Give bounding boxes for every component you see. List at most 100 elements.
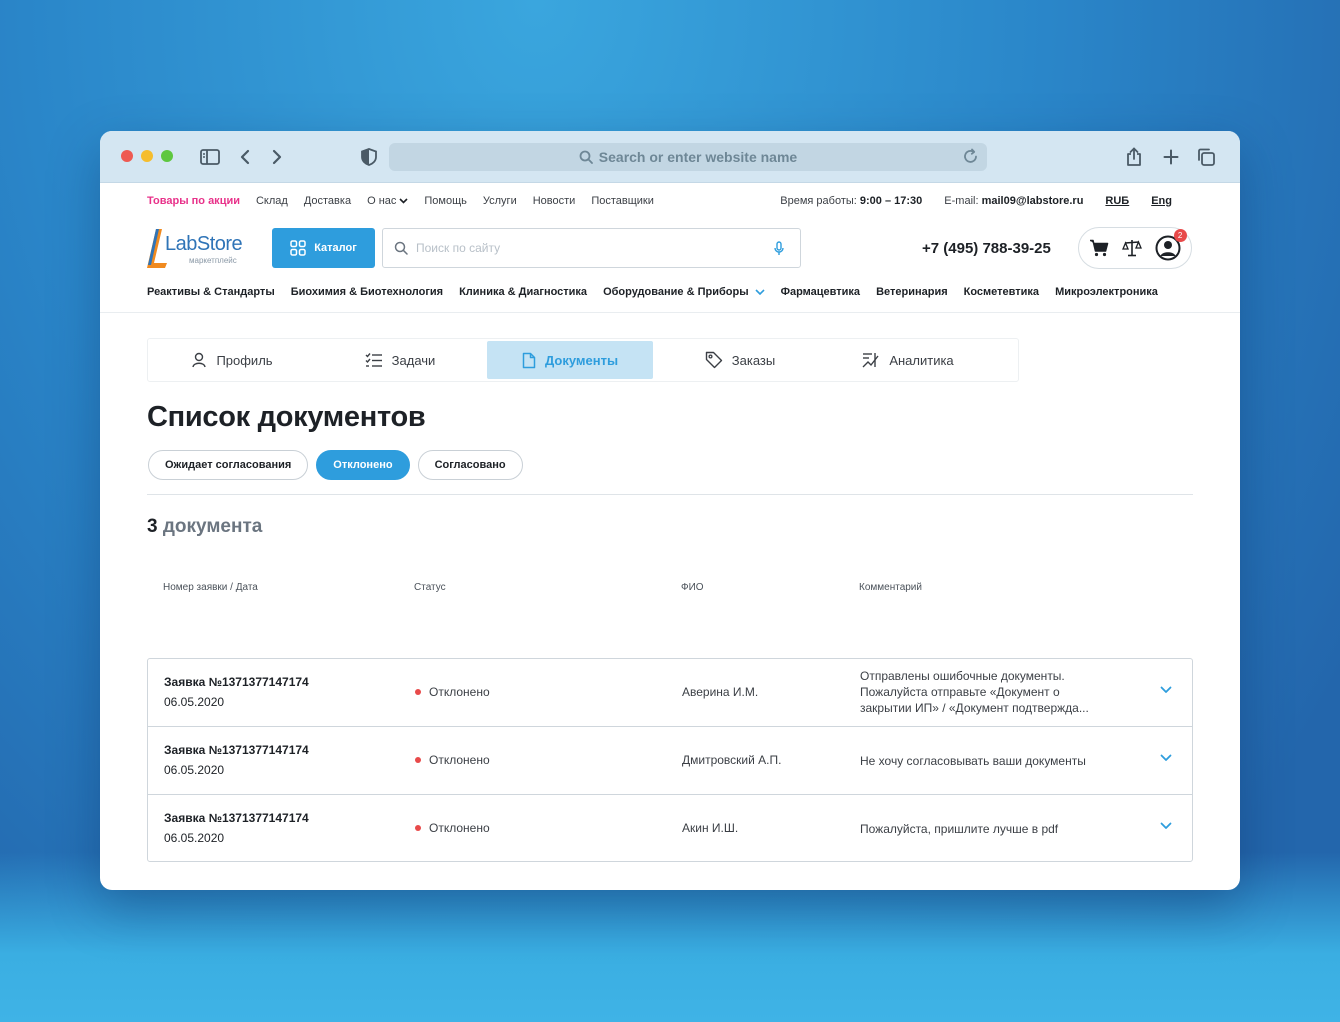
search-icon: [579, 150, 593, 164]
tab-analytics-label: Аналитика: [889, 352, 954, 368]
close-window-button[interactable]: [121, 150, 133, 162]
browser-titlebar: Search or enter website name: [100, 131, 1240, 183]
expand-row-button[interactable]: [1160, 686, 1172, 694]
cart-button[interactable]: [1089, 239, 1109, 257]
new-tab-icon[interactable]: [1160, 146, 1182, 168]
fio-cell: Аверина И.М.: [682, 685, 759, 699]
category-equipment[interactable]: Оборудование & Приборы: [603, 286, 765, 298]
documents-count-word: документа: [162, 516, 263, 537]
tag-icon: [705, 351, 722, 369]
site-search: [382, 228, 801, 268]
documents-table: Заявка №1371377147174 06.05.2020 Отклоне…: [147, 658, 1193, 862]
reload-icon[interactable]: [962, 148, 979, 165]
filters-divider: [147, 494, 1193, 495]
header-actions: 2: [1078, 227, 1192, 269]
category-biochemistry[interactable]: Биохимия & Биотехнология: [291, 286, 443, 298]
expand-row-button[interactable]: [1160, 822, 1172, 830]
grid-icon: [290, 240, 306, 256]
topnav-link-promo[interactable]: Товары по акции: [147, 195, 240, 207]
status-cell: Отклонено: [415, 821, 490, 835]
table-row[interactable]: Заявка №1371377147174 06.05.2020 Отклоне…: [148, 659, 1192, 727]
analytics-icon: [862, 353, 879, 368]
catalog-label: Каталог: [314, 242, 357, 254]
sidebar-toggle-icon[interactable]: [199, 146, 221, 168]
checklist-icon: [365, 353, 382, 367]
privacy-shield-icon[interactable]: [358, 146, 380, 168]
fio-cell: Акин И.Ш.: [682, 821, 739, 835]
minimize-window-button[interactable]: [141, 150, 153, 162]
request-number: Заявка №1371377147174: [164, 811, 309, 825]
category-equipment-label: Оборудование & Приборы: [603, 286, 749, 298]
back-arrow-icon[interactable]: [234, 146, 256, 168]
topnav-link-delivery[interactable]: Доставка: [304, 195, 351, 207]
topnav-link-help[interactable]: Помощь: [424, 195, 467, 207]
account-tabs: Профиль Задачи Документы Заказы Аналитик…: [147, 338, 1019, 382]
request-date: 06.05.2020: [164, 763, 225, 777]
category-cosmeceutics[interactable]: Косметевтика: [964, 286, 1039, 298]
scales-icon: [1122, 240, 1142, 257]
filter-pending[interactable]: Ожидает согласования: [148, 450, 309, 480]
category-microelectronics[interactable]: Микроэлектроника: [1055, 286, 1158, 298]
profile-button[interactable]: 2: [1155, 229, 1187, 261]
table-row[interactable]: Заявка №1371377147174 06.05.2020 Отклоне…: [148, 727, 1192, 795]
chevron-down-icon: [399, 198, 408, 204]
email-link[interactable]: mail09@labstore.ru: [982, 195, 1084, 207]
language-eng-link[interactable]: Eng: [1151, 195, 1172, 207]
topnav-link-about[interactable]: О нас: [367, 195, 408, 207]
maximize-window-button[interactable]: [161, 150, 173, 162]
compare-button[interactable]: [1122, 239, 1142, 257]
phone-number[interactable]: +7 (495) 788-39-25: [922, 240, 1051, 257]
chevron-down-icon: [1160, 754, 1172, 761]
status-dot-icon: [415, 757, 421, 763]
comment-cell: Не хочу согласовывать ваши документы: [860, 754, 1086, 768]
email-info: E-mail: mail09@labstore.ru: [944, 195, 1083, 207]
tab-tasks[interactable]: Задачи: [316, 339, 484, 381]
share-icon[interactable]: [1123, 146, 1145, 168]
topnav-link-warehouse[interactable]: Склад: [256, 195, 288, 207]
category-veterinary[interactable]: Ветеринария: [876, 286, 948, 298]
tab-profile[interactable]: Профиль: [148, 339, 316, 381]
logo-subtitle: маркетплейс: [189, 256, 237, 265]
search-input[interactable]: [408, 229, 774, 267]
status-text: Отклонено: [429, 753, 490, 767]
address-bar[interactable]: Search or enter website name: [389, 143, 987, 171]
filter-rejected[interactable]: Отклонено: [316, 450, 410, 480]
topnav-link-news[interactable]: Новости: [533, 195, 576, 207]
status-filters: Ожидает согласования Отклонено Согласова…: [148, 450, 523, 480]
tab-documents[interactable]: Документы: [487, 341, 653, 379]
request-cell: Заявка №1371377147174 06.05.2020: [164, 743, 309, 777]
tab-analytics[interactable]: Аналитика: [824, 339, 992, 381]
category-clinic[interactable]: Клиника & Диагностика: [459, 286, 587, 298]
work-hours: Время работы: 9:00 – 17:30: [780, 195, 922, 207]
search-icon: [394, 241, 408, 255]
status-cell: Отклонено: [415, 685, 490, 699]
currency-rub-link[interactable]: RUБ: [1105, 195, 1129, 207]
tab-orders-label: Заказы: [731, 352, 776, 368]
logo[interactable]: LabStore маркетплейс: [147, 227, 255, 269]
work-hours-label: Время работы:: [780, 195, 857, 207]
tab-tasks-label: Задачи: [391, 352, 436, 368]
microphone-icon[interactable]: [774, 240, 784, 256]
documents-count: 3 документа: [147, 516, 262, 538]
topnav-about-label: О нас: [367, 195, 397, 207]
table-row[interactable]: Заявка №1371377147174 06.05.2020 Отклоне…: [148, 795, 1192, 861]
fio-cell: Дмитровский А.П.: [682, 753, 782, 767]
column-header-fio: ФИО: [681, 582, 704, 593]
catalog-button[interactable]: Каталог: [272, 228, 375, 268]
category-reagents[interactable]: Реактивы & Стандарты: [147, 286, 275, 298]
column-header-comment: Комментарий: [859, 582, 922, 593]
tabs-overview-icon[interactable]: [1195, 146, 1217, 168]
category-pharma[interactable]: Фармацевтика: [781, 286, 860, 298]
status-text: Отклонено: [429, 685, 490, 699]
tab-profile-label: Профиль: [216, 352, 273, 368]
expand-row-button[interactable]: [1160, 754, 1172, 762]
document-icon: [522, 352, 536, 368]
chevron-down-icon: [755, 289, 765, 295]
forward-arrow-icon[interactable]: [266, 146, 288, 168]
tab-orders[interactable]: Заказы: [656, 339, 824, 381]
filter-approved[interactable]: Согласовано: [417, 450, 523, 480]
topnav-link-services[interactable]: Услуги: [483, 195, 517, 207]
email-label: E-mail:: [944, 195, 979, 207]
topnav-link-suppliers[interactable]: Поставщики: [591, 195, 654, 207]
status-dot-icon: [415, 825, 421, 831]
